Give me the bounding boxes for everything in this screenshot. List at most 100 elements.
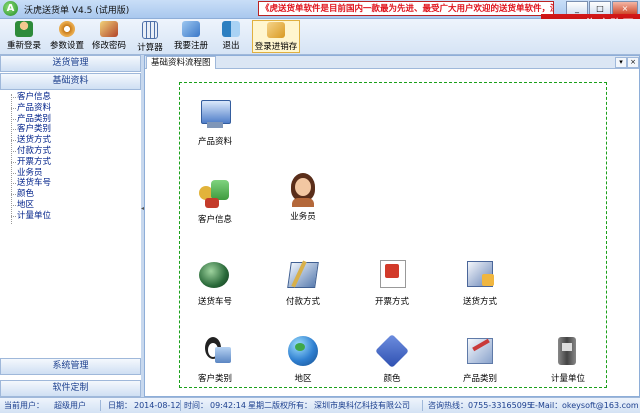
copyright-label: 版权所有： <box>272 401 312 410</box>
node-product-category[interactable]: 产品类别 <box>448 333 512 384</box>
node-measure-unit[interactable]: 计量单位 <box>536 333 600 384</box>
invoice-icon <box>374 256 410 292</box>
tab-bar: 基础资料流程图 ▾ × <box>145 56 639 69</box>
register-icon <box>182 21 200 37</box>
tab-close-icon[interactable]: × <box>627 57 639 68</box>
tree-item-label: 产品类别 <box>17 113 52 124</box>
status-divider <box>100 400 101 411</box>
tree-item-label: 颜色 <box>17 189 35 200</box>
tree-item-region[interactable]: 地区 <box>0 200 141 211</box>
exit-icon <box>222 21 240 37</box>
node-label: 颜色 <box>383 374 401 384</box>
current-user-label: 当前用户： <box>4 401 44 410</box>
node-label: 业务员 <box>290 212 316 222</box>
app-logo-icon: A <box>3 1 18 16</box>
node-invoice-method[interactable]: 开票方式 <box>360 256 424 307</box>
region-globe-icon <box>285 333 321 369</box>
node-delivery-method[interactable]: 送货方式 <box>448 256 512 307</box>
calculator-button[interactable]: 计算器 <box>133 20 167 53</box>
exit-button[interactable]: 退出 <box>218 20 244 53</box>
tree-item-label: 客户类别 <box>17 124 52 135</box>
vehicle-icon <box>197 256 233 292</box>
hotline-label: 咨询热线： <box>428 401 468 410</box>
node-label: 付款方式 <box>285 297 320 307</box>
tree-item-product-info[interactable]: 产品资料 <box>0 103 141 114</box>
node-customer-category[interactable]: 客户类别 <box>183 333 247 384</box>
node-label: 地区 <box>294 374 312 384</box>
node-label: 客户类别 <box>197 374 232 384</box>
window-title: 沃虎送货单 V4.5 (试用版) <box>24 6 130 16</box>
login-inventory-button[interactable]: 登录进销存 <box>252 20 300 53</box>
tree-item-label: 地区 <box>17 199 35 210</box>
delivery-icon <box>462 256 498 292</box>
delivery-management-header[interactable]: 送货管理 <box>0 55 141 72</box>
calculator-icon <box>142 21 158 39</box>
tree-item-label: 送货车号 <box>17 178 52 189</box>
tree-item-customer-category[interactable]: 客户类别 <box>0 124 141 135</box>
payment-icon <box>285 256 321 292</box>
node-label: 计量单位 <box>550 374 585 384</box>
register-button[interactable]: 我要注册 <box>172 20 210 53</box>
color-icon <box>374 333 410 369</box>
customer-category-icon <box>197 333 233 369</box>
time-label: 时间： <box>184 401 208 410</box>
login-inventory-label: 登录进销存 <box>254 42 298 52</box>
node-color[interactable]: 颜色 <box>360 333 424 384</box>
node-label: 产品类别 <box>462 374 497 384</box>
settings-button[interactable]: 参数设置 <box>47 20 87 53</box>
tree-item-label: 付款方式 <box>17 145 52 156</box>
product-category-icon <box>462 333 498 369</box>
node-label: 产品资料 <box>197 137 232 147</box>
node-customer-info[interactable]: 客户信息 <box>183 174 247 225</box>
node-label: 送货方式 <box>462 297 497 307</box>
product-info-icon <box>197 96 233 132</box>
register-label: 我要注册 <box>173 41 208 51</box>
tree-item-salesperson[interactable]: 业务员 <box>0 168 141 179</box>
tab-basic-data-flowchart[interactable]: 基础资料流程图 <box>146 56 216 69</box>
tree-item-color[interactable]: 颜色 <box>0 189 141 200</box>
system-management-header[interactable]: 系统管理 <box>0 358 141 375</box>
tree-item-label: 业务员 <box>17 167 43 178</box>
tree-item-vehicle-number[interactable]: 送货车号 <box>0 178 141 189</box>
calculator-label: 计算器 <box>137 43 163 53</box>
tree-item-invoice-method[interactable]: 开票方式 <box>0 157 141 168</box>
basic-data-header[interactable]: 基础资料 <box>0 73 141 90</box>
tree-item-customer-info[interactable]: 客户信息 <box>0 92 141 103</box>
email-value: okeysoft@163.com <box>562 401 639 410</box>
node-label: 客户信息 <box>197 215 232 225</box>
node-vehicle-number[interactable]: 送货车号 <box>183 256 247 307</box>
minimize-button[interactable]: _ <box>566 1 588 15</box>
current-user-value: 超级用户 <box>54 401 86 410</box>
copyright-value: 深圳市奥科亿科技有限公司 <box>314 401 410 410</box>
maximize-button[interactable]: □ <box>589 1 611 15</box>
exit-label: 退出 <box>222 41 240 51</box>
tree-item-delivery-method[interactable]: 送货方式 <box>0 135 141 146</box>
node-product-info[interactable]: 产品资料 <box>183 96 247 147</box>
tree-item-product-category[interactable]: 产品类别 <box>0 114 141 125</box>
salesperson-icon <box>285 171 321 207</box>
node-label: 送货车号 <box>197 297 232 307</box>
relogin-button[interactable]: 重新登录 <box>4 20 44 53</box>
measure-unit-icon <box>550 333 586 369</box>
toolbar: 重新登录 参数设置 修改密码 计算器 我要注册 退出 登录进销存 <box>0 19 640 55</box>
basic-data-tree: 客户信息 产品资料 产品类别 客户类别 送货方式 付款方式 开票方式 业务员 送… <box>0 90 141 224</box>
settings-label: 参数设置 <box>49 41 84 51</box>
tree-item-measure-unit[interactable]: 计量单位 <box>0 211 141 222</box>
tree-item-payment-method[interactable]: 付款方式 <box>0 146 141 157</box>
tree-item-label: 计量单位 <box>17 210 52 221</box>
date-value: 2014-08-12 <box>134 401 181 410</box>
inventory-icon <box>267 22 285 38</box>
hotline-value: 0755-33165095 <box>468 401 532 410</box>
change-password-button[interactable]: 修改密码 <box>89 20 129 53</box>
key-icon <box>100 21 118 37</box>
node-payment-method[interactable]: 付款方式 <box>271 256 335 307</box>
close-button[interactable]: × <box>612 1 638 15</box>
tree-item-label: 产品资料 <box>17 102 52 113</box>
node-salesperson[interactable]: 业务员 <box>271 171 335 222</box>
status-divider <box>180 400 181 411</box>
software-custom-header[interactable]: 软件定制 <box>0 380 141 397</box>
date-label: 日期： <box>108 401 132 410</box>
node-region[interactable]: 地区 <box>271 333 335 384</box>
relogin-label: 重新登录 <box>6 41 41 51</box>
tab-dropdown-icon[interactable]: ▾ <box>615 57 627 68</box>
